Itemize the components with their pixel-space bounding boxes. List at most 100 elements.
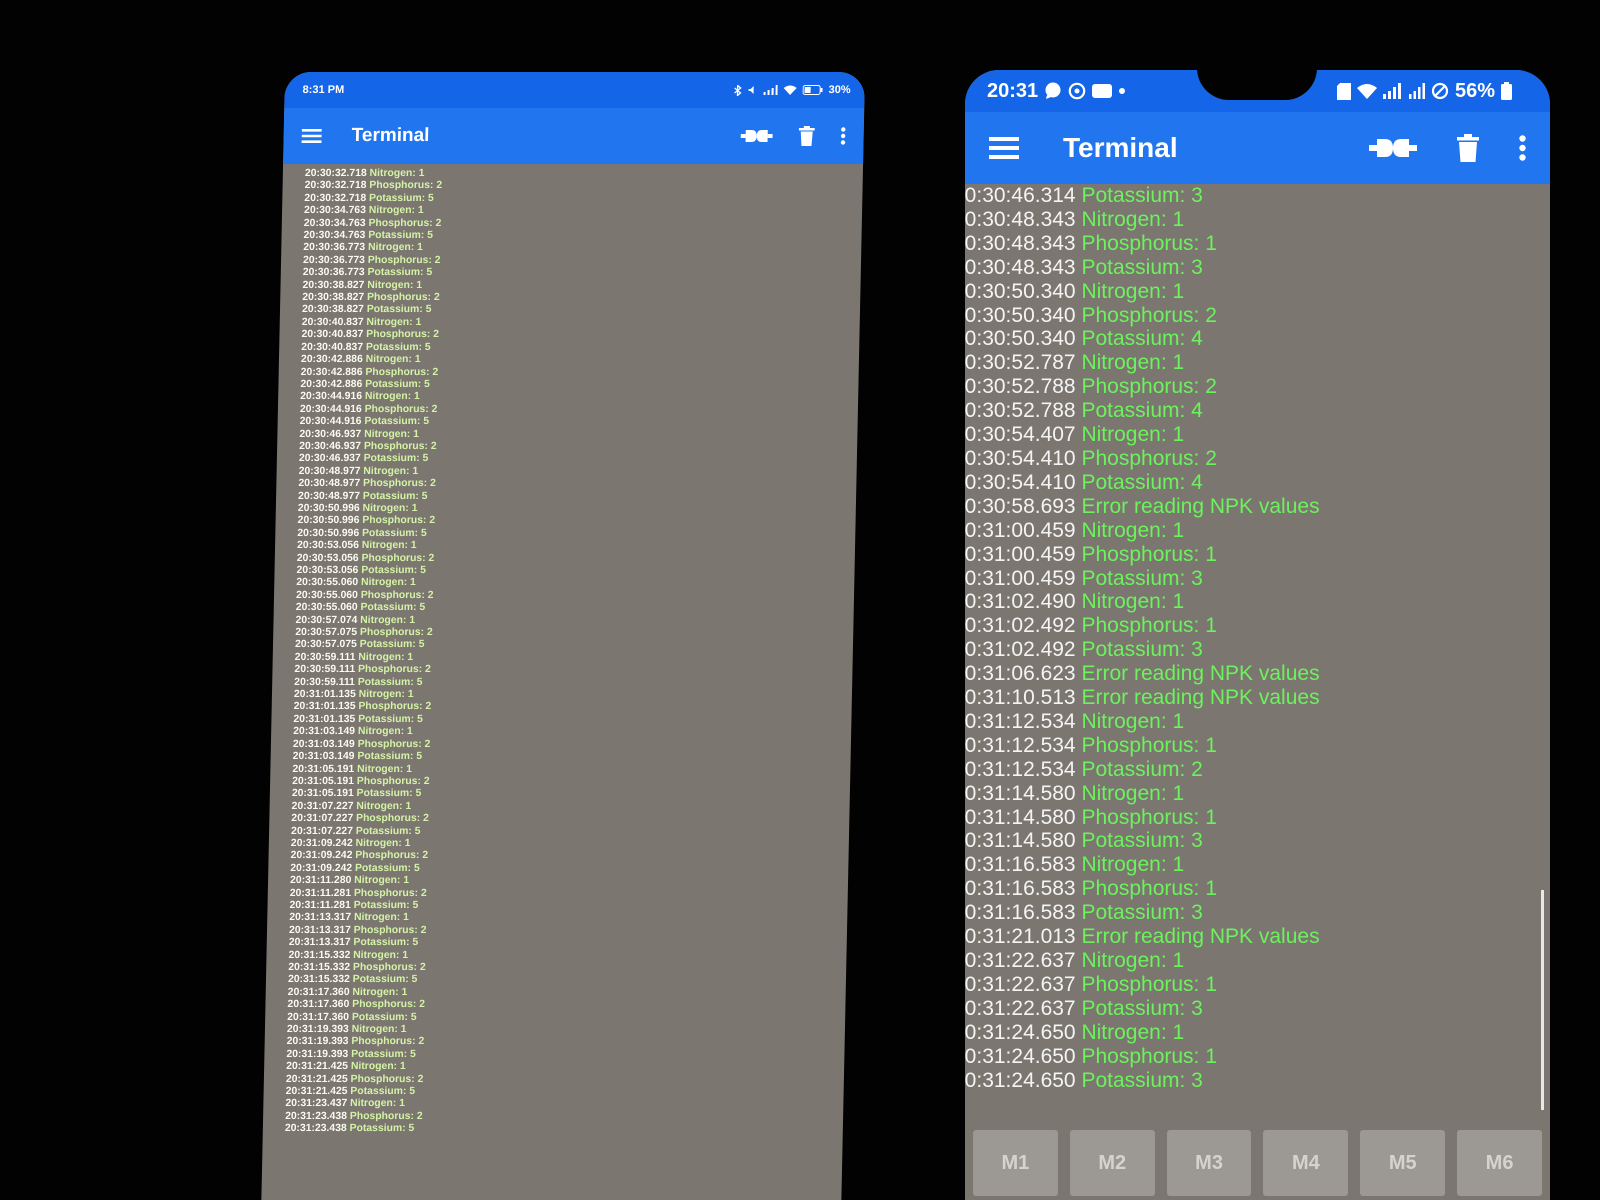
app-toolbar: Terminal: [965, 112, 1550, 184]
terminal-line: 20:31:17.360 Phosphorus: 2: [287, 999, 845, 1011]
terminal-scrollbar[interactable]: [1541, 890, 1544, 1110]
line-timestamp: 20:30:57.074: [295, 614, 358, 626]
macro-button-m3[interactable]: M3: [1166, 1130, 1252, 1196]
terminal-line: 20:31:14.580 Phosphorus: 1: [965, 806, 1550, 830]
terminal-line: 20:31:02.492 Potassium: 3: [965, 638, 1550, 662]
line-message: Nitrogen: 1: [364, 428, 420, 440]
line-timestamp: 20:31:15.332: [288, 949, 351, 961]
connect-icon[interactable]: [740, 127, 773, 145]
connect-icon[interactable]: [1369, 135, 1417, 161]
line-timestamp: 20:31:03.149: [292, 751, 355, 763]
line-message: Nitrogen: 1: [1081, 518, 1185, 542]
line-message: Nitrogen: 1: [364, 391, 420, 403]
line-timestamp: 20:30:46.937: [298, 453, 361, 465]
terminal-line: 20:31:21.425 Potassium: 5: [285, 1086, 843, 1098]
line-message: Nitrogen: 1: [1081, 351, 1185, 375]
more-options-icon[interactable]: [840, 127, 846, 145]
macro-button-m2[interactable]: M2: [1069, 1130, 1155, 1196]
trash-icon[interactable]: [1457, 134, 1479, 162]
line-timestamp: 20:30:32.718: [304, 192, 367, 204]
terminal-line: 20:31:11.281 Phosphorus: 2: [290, 888, 848, 900]
line-timestamp: 20:31:24.650: [965, 1020, 1076, 1044]
macro-button-m5[interactable]: M5: [1360, 1130, 1446, 1196]
line-message: Nitrogen: 1: [353, 912, 409, 924]
line-timestamp: 20:30:59.111: [294, 676, 356, 688]
trash-icon[interactable]: [798, 126, 815, 146]
dot-icon: [1118, 87, 1126, 95]
line-message: Potassium: 5: [367, 267, 433, 279]
line-message: Phosphorus: 1: [1081, 542, 1217, 566]
terminal-line: 20:31:02.490 Nitrogen: 1: [965, 590, 1550, 614]
line-message: Phosphorus: 1: [1081, 877, 1217, 901]
macro-button-m4[interactable]: M4: [1263, 1130, 1349, 1196]
status-bar: 8:31 PM 30%: [284, 72, 865, 108]
terminal-line: 20:30:32.718 Nitrogen: 1: [305, 168, 863, 180]
line-timestamp: 20:31:11.281: [289, 899, 351, 911]
chat-icon: [1044, 82, 1062, 100]
line-message: Nitrogen: 1: [368, 205, 424, 217]
battery-icon: [1501, 82, 1512, 100]
line-message: Potassium: 5: [359, 639, 425, 651]
menu-icon[interactable]: [989, 137, 1019, 159]
line-timestamp: 20:31:16.583: [965, 901, 1076, 925]
line-message: Potassium: 3: [1081, 255, 1203, 279]
terminal-line: 20:30:52.788 Potassium: 4: [965, 399, 1550, 423]
status-time: 8:31 PM: [302, 84, 345, 96]
terminal-line: 20:30:42.886 Phosphorus: 2: [301, 367, 859, 379]
terminal-line: 20:30:48.343 Nitrogen: 1: [965, 208, 1550, 232]
line-timestamp: 20:31:09.242: [290, 837, 353, 849]
line-timestamp: 20:31:22.637: [965, 996, 1076, 1020]
terminal-line: 20:30:48.977 Potassium: 5: [298, 491, 856, 503]
line-message: Potassium: 4: [1081, 399, 1203, 423]
terminal-line: 20:31:00.459 Phosphorus: 1: [965, 543, 1550, 567]
terminal-line: 20:30:53.056 Phosphorus: 2: [297, 553, 855, 565]
line-timestamp: 20:30:36.773: [302, 254, 365, 266]
line-timestamp: 20:30:53.056: [296, 540, 360, 552]
line-message: Phosphorus: 2: [355, 850, 429, 862]
line-message: Potassium: 3: [1081, 184, 1203, 207]
line-message: Nitrogen: 1: [1081, 590, 1185, 614]
macro-button-m6[interactable]: M6: [1457, 1130, 1542, 1196]
line-timestamp: 20:31:12.534: [965, 757, 1076, 781]
menu-icon[interactable]: [301, 129, 322, 143]
terminal-line: 20:31:05.191 Phosphorus: 2: [292, 776, 850, 788]
more-options-icon[interactable]: [1519, 135, 1526, 161]
line-timestamp: 20:30:59.111: [294, 651, 356, 663]
line-message: Phosphorus: 2: [1081, 303, 1217, 327]
terminal-line: 20:31:03.149 Potassium: 5: [293, 751, 851, 763]
terminal-line: 20:30:46.937 Phosphorus: 2: [299, 441, 857, 453]
terminal-line: 20:31:01.135 Phosphorus: 2: [294, 701, 852, 713]
line-message: Phosphorus: 2: [358, 701, 432, 713]
line-message: Phosphorus: 2: [349, 1110, 423, 1122]
line-message: Potassium: 4: [1081, 470, 1203, 494]
terminal-line: 20:31:12.534 Potassium: 2: [965, 758, 1550, 782]
line-timestamp: 20:31:07.227: [291, 813, 354, 825]
terminal-line: 20:31:03.149 Nitrogen: 1: [293, 726, 851, 738]
line-message: Phosphorus: 2: [1081, 375, 1217, 399]
line-message: Potassium: 5: [351, 1011, 417, 1023]
line-message: Nitrogen: 1: [358, 689, 414, 701]
line-message: Nitrogen: 1: [1081, 949, 1185, 972]
line-timestamp: 20:31:05.191: [291, 788, 354, 800]
terminal-line: 20:30:58.693 Error reading NPK values: [965, 495, 1550, 519]
line-message: Error reading NPK values: [1081, 662, 1320, 686]
right-phone-screen: 20:31 56% Terminal 20:30:46.314 Potassiu…: [965, 70, 1550, 1200]
line-timestamp: 20:30:48.343: [965, 207, 1076, 231]
terminal-line: 20:31:16.583 Nitrogen: 1: [965, 853, 1550, 877]
line-timestamp: 20:30:34.763: [303, 230, 366, 242]
line-timestamp: 20:30:50.996: [297, 502, 360, 514]
line-message: Potassium: 5: [356, 788, 422, 800]
terminal-line: 20:31:19.393 Nitrogen: 1: [287, 1024, 845, 1036]
line-message: Potassium: 5: [361, 565, 427, 576]
line-message: Potassium: 5: [364, 416, 430, 428]
line-message: Error reading NPK values: [1081, 494, 1320, 518]
terminal-line: 20:31:01.135 Potassium: 5: [293, 714, 851, 726]
line-timestamp: 20:30:46.937: [299, 440, 362, 452]
line-message: Potassium: 5: [354, 862, 420, 874]
macro-button-m1[interactable]: M1: [973, 1130, 1058, 1196]
line-timestamp: 20:31:21.013: [965, 925, 1076, 949]
terminal-line: 20:31:15.332 Nitrogen: 1: [288, 950, 846, 962]
signal-icon: [763, 85, 778, 95]
line-timestamp: 20:31:15.332: [287, 974, 350, 986]
line-message: Error reading NPK values: [1081, 925, 1320, 949]
